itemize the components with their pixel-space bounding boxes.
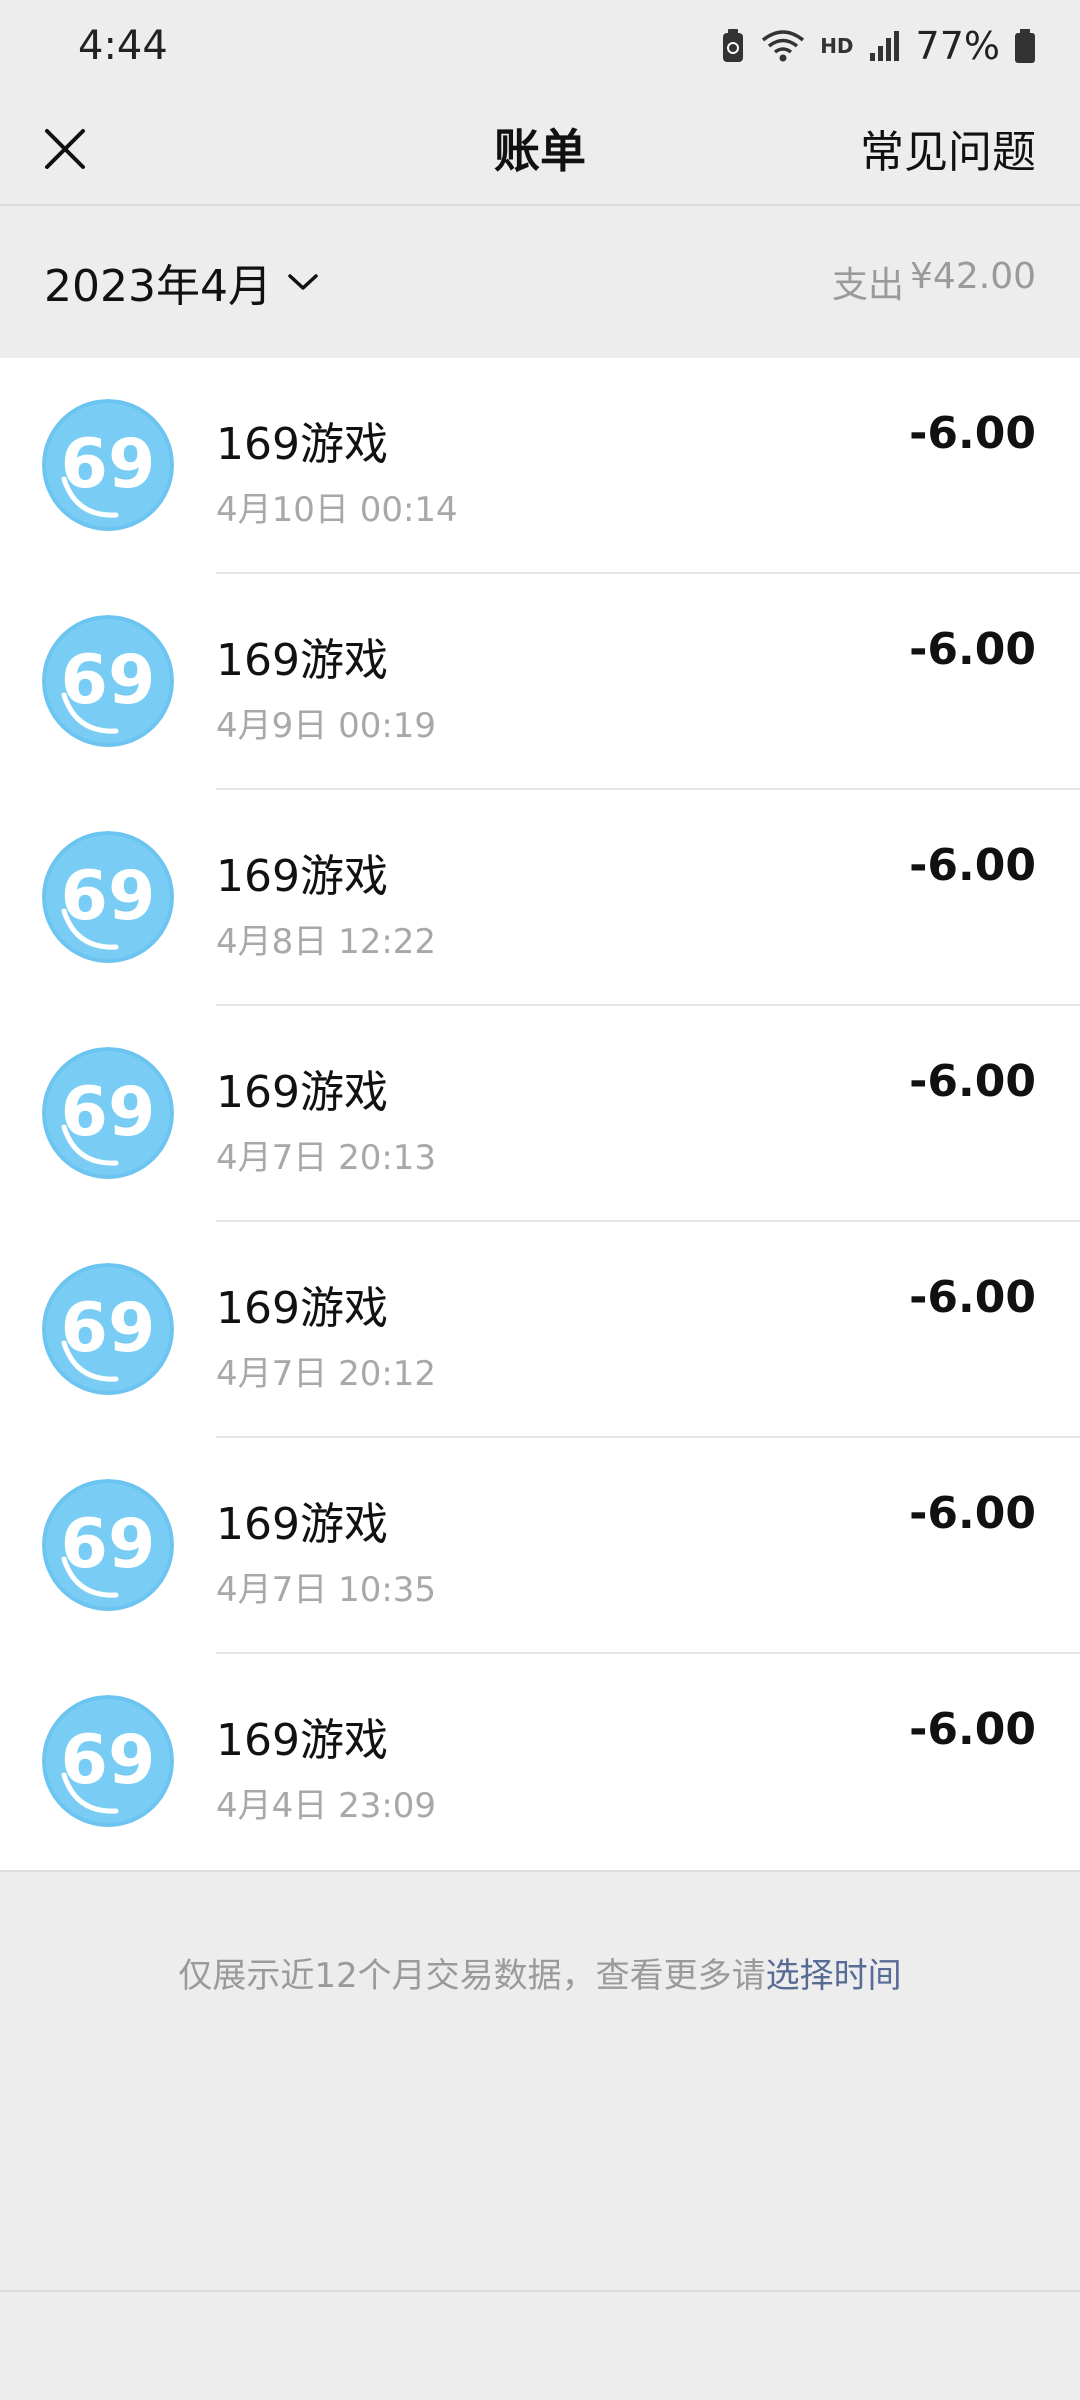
expense-summary: 支出 ¥42.00	[832, 256, 1036, 308]
transaction-row[interactable]: 69 169游戏 4月7日 20:13 -6.00	[0, 1006, 1080, 1222]
svg-text:69: 69	[61, 1289, 156, 1368]
status-time: 4:44	[78, 23, 168, 69]
battery-saver-icon	[720, 28, 746, 64]
transaction-name: 169游戏	[216, 419, 388, 470]
transaction-row[interactable]: 69 169游戏 4月7日 10:35 -6.00	[0, 1438, 1080, 1654]
transaction-row[interactable]: 69 169游戏 4月10日 00:14 -6.00	[0, 358, 1080, 574]
transaction-name: 169游戏	[216, 851, 388, 902]
status-bar: 4:44 HD 77%	[0, 0, 1080, 92]
transaction-amount: -6.00	[909, 1704, 1036, 1755]
merchant-logo-icon: 69	[42, 615, 174, 747]
svg-text:69: 69	[61, 1721, 156, 1800]
bill-page: 4:44 HD 77% 账单 常见问题 2023年4月 支出 ¥42.00 69…	[0, 0, 1080, 2400]
transaction-amount: -6.00	[909, 1488, 1036, 1539]
divider	[0, 2290, 1080, 2292]
expense-label: 支出	[832, 265, 905, 306]
transaction-row[interactable]: 69 169游戏 4月4日 23:09 -6.00	[0, 1654, 1080, 1870]
transaction-name: 169游戏	[216, 1283, 388, 1334]
transaction-name: 169游戏	[216, 635, 388, 686]
transaction-amount: -6.00	[909, 1056, 1036, 1107]
transaction-row[interactable]: 69 169游戏 4月7日 20:12 -6.00	[0, 1222, 1080, 1438]
transaction-name: 169游戏	[216, 1499, 388, 1550]
transaction-time: 4月10日 00:14	[216, 490, 458, 530]
transaction-list: 69 169游戏 4月10日 00:14 -6.00 69 169游戏 4月9日…	[0, 358, 1080, 1872]
month-label: 2023年4月	[44, 261, 272, 312]
transaction-time: 4月4日 23:09	[216, 1786, 437, 1826]
svg-text:69: 69	[61, 1073, 156, 1152]
svg-text:69: 69	[61, 1505, 156, 1584]
nav-bar: 账单 常见问题	[0, 92, 1080, 206]
merchant-logo-icon: 69	[42, 1263, 174, 1395]
wifi-icon	[760, 28, 806, 64]
transaction-time: 4月7日 20:13	[216, 1138, 437, 1178]
battery-percent: 77%	[915, 24, 1000, 68]
select-time-link[interactable]: 选择时间	[766, 1956, 902, 1996]
signal-icon	[868, 29, 902, 63]
hd-label: HD	[820, 34, 854, 58]
battery-icon	[1014, 28, 1036, 64]
svg-text:69: 69	[61, 857, 156, 936]
expense-amount: ¥42.00	[910, 256, 1036, 297]
svg-text:69: 69	[61, 425, 156, 504]
transaction-time: 4月8日 12:22	[216, 922, 437, 962]
transaction-time: 4月9日 00:19	[216, 706, 437, 746]
merchant-logo-icon: 69	[42, 1047, 174, 1179]
transaction-time: 4月7日 10:35	[216, 1570, 437, 1610]
transaction-name: 169游戏	[216, 1067, 388, 1118]
month-picker[interactable]: 2023年4月	[44, 250, 320, 314]
merchant-logo-icon: 69	[42, 1479, 174, 1611]
transaction-time: 4月7日 20:12	[216, 1354, 437, 1394]
transaction-name: 169游戏	[216, 1715, 388, 1766]
merchant-logo-icon: 69	[42, 1695, 174, 1827]
svg-text:69: 69	[61, 641, 156, 720]
page-title: 账单	[494, 124, 586, 178]
merchant-logo-icon: 69	[42, 399, 174, 531]
footer-note-text: 仅展示近12个月交易数据，查看更多请	[178, 1956, 766, 1996]
merchant-logo-icon: 69	[42, 831, 174, 963]
transaction-row[interactable]: 69 169游戏 4月9日 00:19 -6.00	[0, 574, 1080, 790]
transaction-amount: -6.00	[909, 624, 1036, 675]
transaction-row[interactable]: 69 169游戏 4月8日 12:22 -6.00	[0, 790, 1080, 1006]
footer-note: 仅展示近12个月交易数据，查看更多请选择时间	[0, 1948, 1080, 1997]
faq-link[interactable]: 常见问题	[860, 116, 1036, 180]
chevron-down-icon	[288, 274, 318, 290]
close-icon	[45, 129, 85, 169]
transaction-amount: -6.00	[909, 408, 1036, 459]
close-button[interactable]	[30, 114, 100, 184]
transaction-amount: -6.00	[909, 1272, 1036, 1323]
status-icons: HD 77%	[720, 24, 1036, 68]
transaction-amount: -6.00	[909, 840, 1036, 891]
month-header: 2023年4月 支出 ¥42.00	[0, 206, 1080, 358]
